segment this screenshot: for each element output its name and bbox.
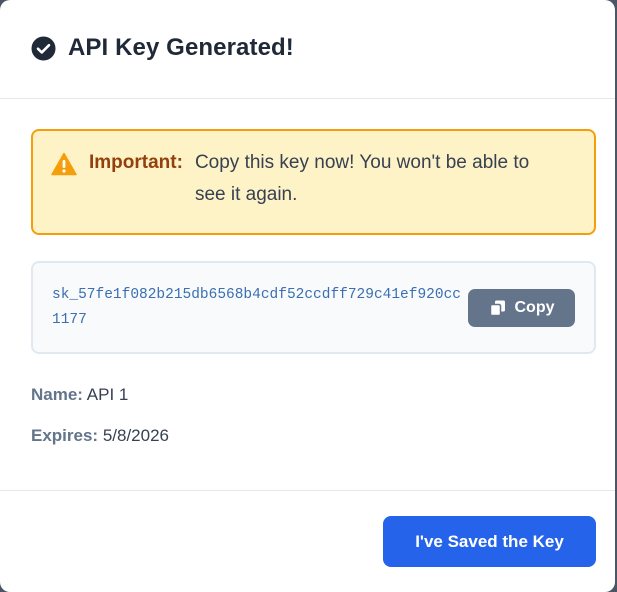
key-expires-row: Expires: 5/8/2026 xyxy=(31,425,595,447)
name-value: API 1 xyxy=(86,385,129,404)
warning-box: Important: Copy this key now! You won't … xyxy=(31,129,596,235)
api-key-modal: API Key Generated! Important: Copy this … xyxy=(0,0,615,592)
expires-label: Expires: xyxy=(31,426,99,445)
check-circle-icon xyxy=(31,36,56,61)
key-name-row: Name: API 1 xyxy=(31,384,595,406)
warning-text: Copy this key now! You won't be able to … xyxy=(194,152,530,205)
copy-button-label: Copy xyxy=(514,298,555,316)
modal-header: API Key Generated! xyxy=(0,0,615,99)
expires-value: 5/8/2026 xyxy=(102,426,170,445)
warning-triangle-icon xyxy=(51,152,77,176)
saved-key-button[interactable]: I've Saved the Key xyxy=(383,516,596,567)
api-key-value[interactable]: sk_57fe1f082b215db6568b4cdf52ccdff729c41… xyxy=(52,283,462,333)
copy-icon xyxy=(489,299,507,317)
modal-body: Important: Copy this key now! You won't … xyxy=(0,99,615,447)
modal-footer: I've Saved the Key xyxy=(0,490,615,592)
api-key-box: sk_57fe1f082b215db6568b4cdf52ccdff729c41… xyxy=(31,261,596,354)
copy-button[interactable]: Copy xyxy=(468,288,575,327)
name-label: Name: xyxy=(31,385,83,404)
modal-title: API Key Generated! xyxy=(68,34,294,61)
warning-label: Important: xyxy=(89,152,183,173)
